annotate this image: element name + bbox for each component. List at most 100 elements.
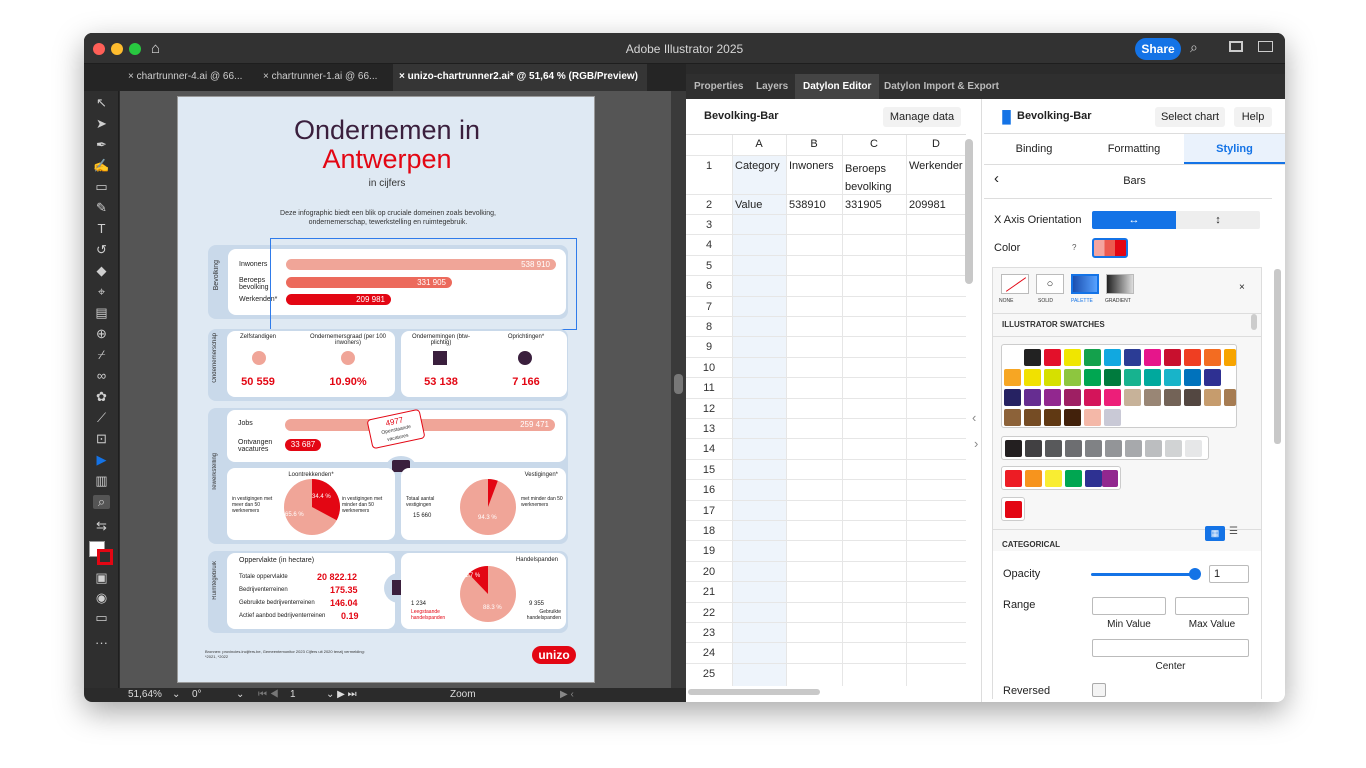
color-mode-icon[interactable]: ▣: [93, 571, 110, 585]
tab-layers[interactable]: Layers: [748, 74, 796, 99]
swatch[interactable]: [1004, 389, 1021, 406]
list-view-icon[interactable]: ☰: [1229, 526, 1238, 537]
swatch[interactable]: [1204, 369, 1221, 386]
swatch[interactable]: [1145, 440, 1162, 457]
swatch[interactable]: [1024, 409, 1041, 426]
opacity-slider-thumb[interactable]: [1189, 568, 1201, 580]
draw-mode-icon[interactable]: ◉: [93, 591, 110, 605]
swatch[interactable]: [1025, 470, 1042, 487]
screen-mode-icon[interactable]: ▭: [93, 611, 110, 625]
swatch[interactable]: [1044, 369, 1061, 386]
swatch[interactable]: [1065, 440, 1082, 457]
tab-formatting[interactable]: Formatting: [1084, 134, 1184, 164]
swatch[interactable]: [1024, 389, 1041, 406]
swatch[interactable]: [1064, 369, 1081, 386]
row-number[interactable]: 6: [686, 280, 732, 292]
status-menu-icon[interactable]: ▶ ‹: [560, 689, 574, 700]
swatch[interactable]: [1005, 440, 1022, 457]
row-number[interactable]: 1: [686, 160, 732, 172]
selection-bounding-box[interactable]: [270, 238, 577, 330]
row-number[interactable]: 23: [686, 627, 732, 639]
swatch[interactable]: [1105, 440, 1122, 457]
swatch[interactable]: [1024, 369, 1041, 386]
swatch[interactable]: [1184, 369, 1201, 386]
swatch[interactable]: [1104, 389, 1121, 406]
eyedropper-tool-icon[interactable]: ⌿: [93, 348, 110, 362]
swatch[interactable]: [1044, 349, 1061, 366]
swatch[interactable]: [1004, 369, 1021, 386]
collapse-left-icon[interactable]: ‹: [972, 410, 976, 425]
swatch[interactable]: [1164, 369, 1181, 386]
color-help-icon[interactable]: ?: [1072, 243, 1076, 252]
zoom-tool-icon[interactable]: ⌕: [93, 495, 110, 509]
paintbrush-tool-icon[interactable]: ✎: [93, 201, 110, 215]
curvature-tool-icon[interactable]: ✍: [93, 159, 110, 173]
row-number[interactable]: 2: [686, 199, 732, 211]
swatch[interactable]: [1084, 409, 1101, 426]
tab-chartrunner-1[interactable]: × chartrunner-1.ai @ 66...: [257, 64, 393, 91]
swatch[interactable]: [1102, 470, 1118, 487]
column-header[interactable]: C: [842, 138, 906, 150]
swatch[interactable]: [1024, 349, 1041, 366]
sheet-horizontal-scrollbar[interactable]: [688, 689, 820, 695]
swatch[interactable]: [1164, 389, 1181, 406]
center-value-input[interactable]: [1092, 639, 1249, 657]
tab-chartrunner-4[interactable]: × chartrunner-4.ai @ 66...: [122, 64, 257, 91]
swatch[interactable]: [1224, 349, 1236, 366]
vertical-orientation-button[interactable]: ↕: [1176, 211, 1260, 229]
tab-unizo-chartrunner2[interactable]: × unizo-chartrunner2.ai* @ 51,64 % (RGB/…: [393, 64, 647, 91]
artboard-tool-icon[interactable]: ⊡: [93, 432, 110, 446]
row-number[interactable]: 22: [686, 607, 732, 619]
more-tools-icon[interactable]: ···: [93, 636, 110, 650]
table-cell[interactable]: Value: [735, 199, 785, 211]
swatch[interactable]: [1204, 349, 1221, 366]
rotate-tool-icon[interactable]: ↺: [93, 243, 110, 257]
eraser-tool-icon[interactable]: ◆: [93, 264, 110, 278]
fill-solid-icon[interactable]: ○: [1036, 274, 1064, 294]
row-number[interactable]: 4: [686, 239, 732, 251]
grid-view-icon[interactable]: ▦: [1205, 526, 1225, 541]
fill-none-icon[interactable]: [1001, 274, 1029, 294]
panel-vertical-scrollbar[interactable]: [1274, 269, 1281, 444]
swatch[interactable]: [1104, 409, 1121, 426]
zoom-dropdown-icon[interactable]: ⌄: [172, 689, 180, 700]
swatch[interactable]: [1084, 389, 1101, 406]
swatch[interactable]: [1025, 440, 1042, 457]
chart-tool-icon[interactable]: ▥: [93, 474, 110, 488]
workspace-icon[interactable]: [1229, 41, 1243, 52]
swatch[interactable]: [1184, 389, 1201, 406]
swatch[interactable]: [1064, 349, 1081, 366]
direct-selection-tool-icon[interactable]: ➤: [93, 117, 110, 131]
rectangle-tool-icon[interactable]: ▭: [93, 180, 110, 194]
row-number[interactable]: 16: [686, 484, 732, 496]
swatch[interactable]: [1224, 389, 1236, 406]
fill-gradient-icon[interactable]: [1106, 274, 1134, 294]
row-number[interactable]: 12: [686, 403, 732, 415]
slice-tool-icon[interactable]: ⟋: [93, 411, 110, 425]
arrange-icon[interactable]: [1258, 41, 1273, 52]
scrollbar-thumb[interactable]: [674, 374, 683, 394]
table-cell[interactable]: Category: [735, 160, 785, 172]
row-number[interactable]: 7: [686, 301, 732, 313]
opacity-input[interactable]: 1: [1209, 565, 1249, 583]
row-number[interactable]: 21: [686, 586, 732, 598]
swatch[interactable]: [1084, 369, 1101, 386]
horizontal-orientation-button[interactable]: ↔: [1092, 211, 1176, 229]
swap-colors-icon[interactable]: ⇆: [93, 519, 110, 533]
close-popover-icon[interactable]: ×: [1239, 282, 1245, 293]
swatch[interactable]: [1044, 389, 1061, 406]
swatch[interactable]: [1204, 389, 1221, 406]
blend-tool-icon[interactable]: ∞: [93, 369, 110, 383]
swatch[interactable]: [1044, 409, 1061, 426]
swatch[interactable]: [1084, 349, 1101, 366]
row-number[interactable]: 5: [686, 260, 732, 272]
tab-properties[interactable]: Properties: [686, 74, 751, 99]
swatch[interactable]: [1184, 349, 1201, 366]
share-button[interactable]: Share: [1135, 38, 1181, 60]
row-number[interactable]: 11: [686, 382, 732, 394]
min-value-input[interactable]: [1092, 597, 1166, 615]
swatch[interactable]: [1104, 349, 1121, 366]
select-chart-button[interactable]: Select chart: [1155, 107, 1225, 127]
tab-datylon-editor[interactable]: Datylon Editor: [795, 74, 880, 99]
manage-data-button[interactable]: Manage data: [883, 107, 961, 127]
